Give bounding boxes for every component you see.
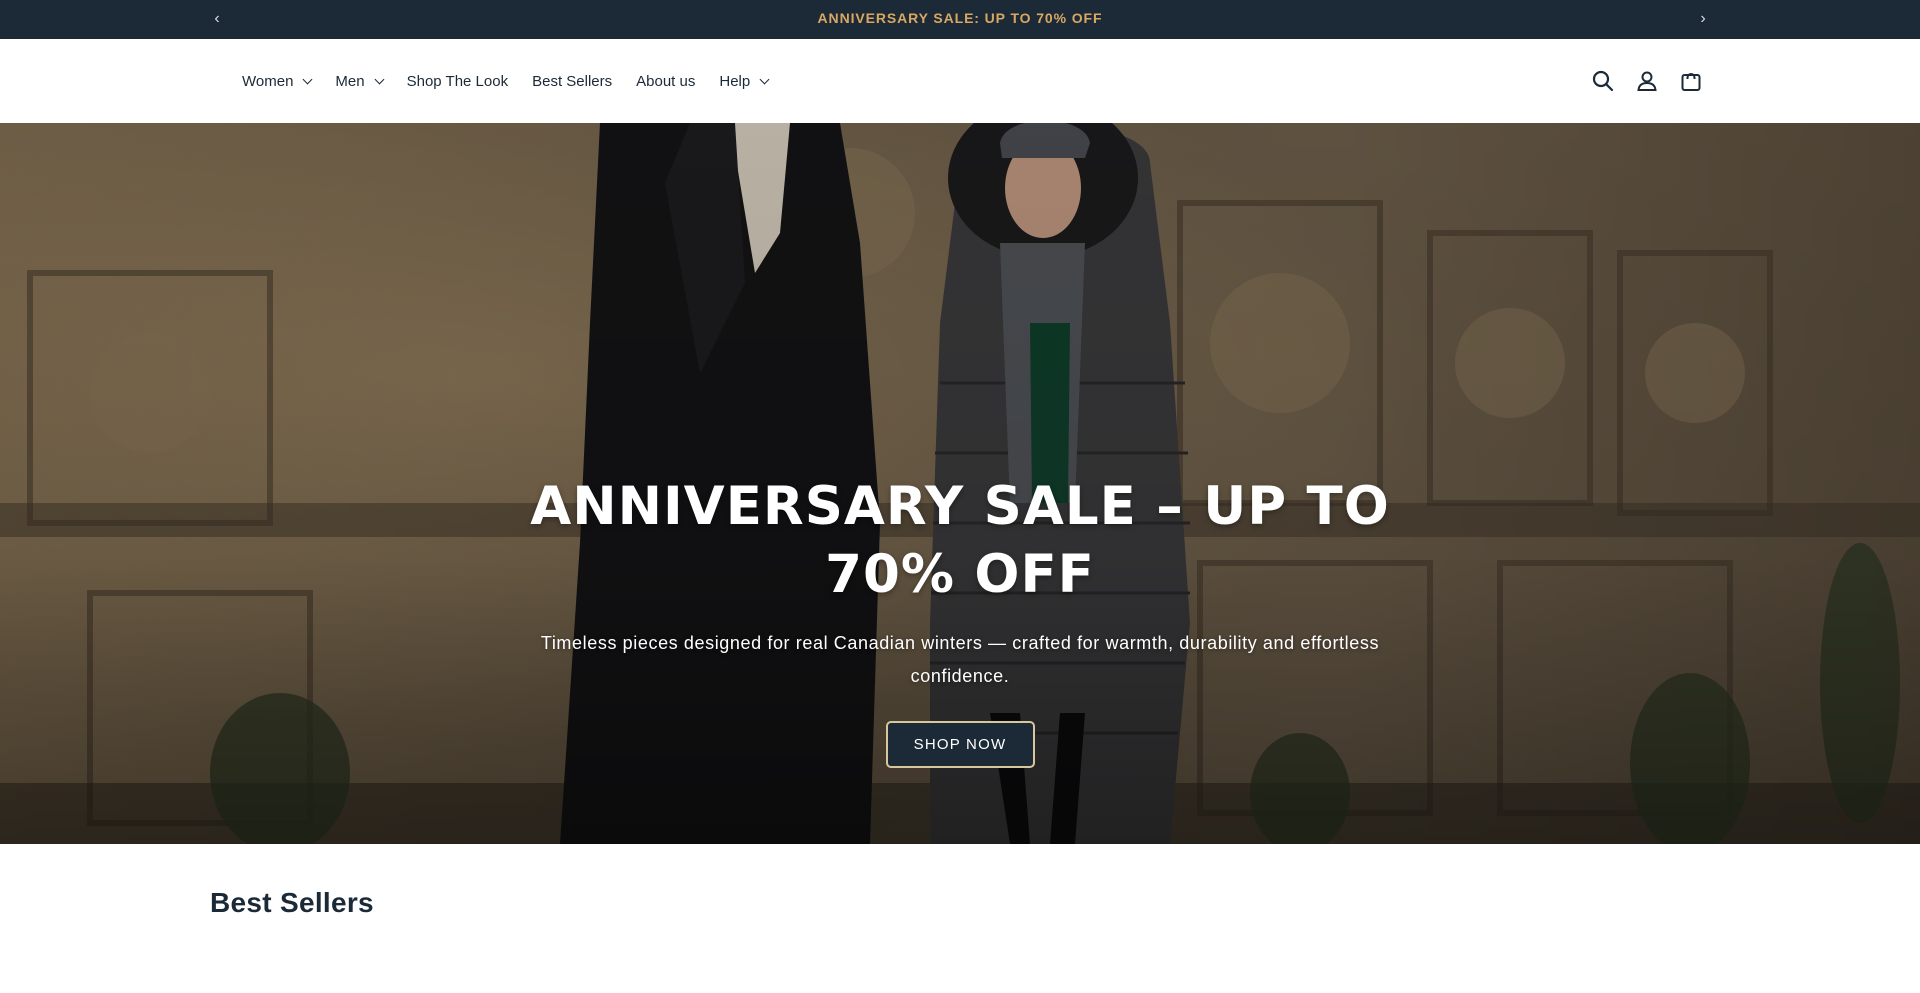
hero-subheading: Timeless pieces designed for real Canadi… [540,633,1380,686]
nav-item-best-sellers[interactable]: Best Sellers [532,73,612,90]
chevron-down-icon [759,74,770,84]
nav-item-men[interactable]: Men [335,72,385,90]
announcement-message: ANNIVERSARY SALE: UP TO 70% OFF [817,10,1103,26]
nav-item-label: About us [636,72,696,90]
announcement-bar: ‹ ANNIVERSARY SALE: UP TO 70% OFF › [0,0,1920,39]
nav-item-shop-the-look[interactable]: Shop The Look [407,73,508,90]
chevron-down-icon [374,74,385,84]
nav-item-label: Help [719,72,751,90]
hero-content: ANNIVERSARY SALE – UP TO 70% OFF Timeles… [510,473,1410,768]
hero-heading: ANNIVERSARY SALE – UP TO 70% OFF [530,476,1390,605]
search-icon [1592,70,1614,92]
nav-item-help[interactable]: Help [719,72,770,90]
account-icon [1637,71,1657,91]
header-icons [1588,66,1720,96]
site-header: Women Men Shop The Look Best Sellers Abo… [0,39,1920,123]
main-nav: Women Men Shop The Look Best Sellers Abo… [242,39,792,123]
hero-banner: ANNIVERSARY SALE – UP TO 70% OFF Timeles… [0,123,1920,844]
nav-item-label: Shop The Look [406,72,509,90]
chevron-right-icon[interactable]: › [1692,8,1714,30]
search-button[interactable] [1588,66,1618,96]
nav-item-label: Men [335,72,365,90]
nav-item-about-us[interactable]: About us [636,73,695,90]
best-sellers-title: Best Sellers [210,887,374,918]
nav-item-label: Best Sellers [532,72,613,90]
chevron-down-icon [302,74,313,84]
nav-item-women[interactable]: Women [242,72,313,90]
cart-button[interactable] [1676,66,1706,96]
shop-now-button[interactable]: SHOP NOW [885,721,1035,768]
cart-icon [1681,73,1701,91]
account-button[interactable] [1632,66,1662,96]
nav-item-label: Women [242,72,294,90]
